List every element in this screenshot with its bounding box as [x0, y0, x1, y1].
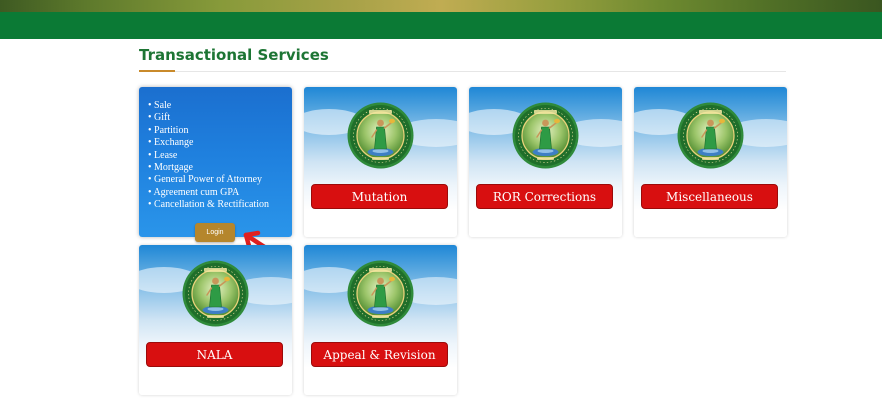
appeal-revision-button[interactable]: Appeal & Revision	[311, 342, 448, 367]
nala-button[interactable]: NALA	[146, 342, 283, 367]
list-item: • General Power of Attorney	[148, 174, 263, 186]
ror-corrections-card: ROR Corrections	[469, 87, 622, 237]
nala-card: NALA	[139, 245, 292, 395]
dharani-seal-icon	[512, 102, 579, 169]
dharani-seal-icon	[677, 102, 744, 169]
list-item: • Exchange	[148, 137, 194, 149]
mutation-card: Mutation	[304, 87, 457, 237]
miscellaneous-button[interactable]: Miscellaneous	[641, 184, 778, 209]
login-button[interactable]: Login	[195, 223, 235, 242]
dharani-seal-icon	[347, 260, 414, 327]
section-title-divider	[139, 71, 786, 72]
list-item: • Sale	[148, 100, 172, 111]
registration-services-card: • Sale • Gift • Partition • Exchange • L…	[139, 87, 292, 242]
registration-services-list: • Sale • Gift • Partition • Exchange • L…	[148, 100, 269, 212]
appeal-revision-card: Appeal & Revision	[304, 245, 457, 395]
ror-corrections-button[interactable]: ROR Corrections	[476, 184, 613, 209]
list-item: • Agreement cum GPA	[148, 186, 240, 198]
list-item: • Partition	[148, 124, 189, 136]
dharani-seal-icon	[182, 260, 249, 327]
list-item: • Lease	[148, 149, 178, 161]
list-item: • Gift	[148, 112, 171, 124]
section-title: Transactional Services	[139, 46, 329, 64]
mutation-button[interactable]: Mutation	[311, 184, 448, 209]
list-item: • Cancellation & Rectification	[148, 199, 269, 211]
list-item: • Mortgage	[148, 162, 193, 174]
dharani-seal-icon	[347, 102, 414, 169]
miscellaneous-card: Miscellaneous	[634, 87, 787, 237]
header-banner-image	[0, 0, 882, 12]
header-green-bar	[0, 12, 882, 39]
section-title-accent	[139, 70, 175, 72]
